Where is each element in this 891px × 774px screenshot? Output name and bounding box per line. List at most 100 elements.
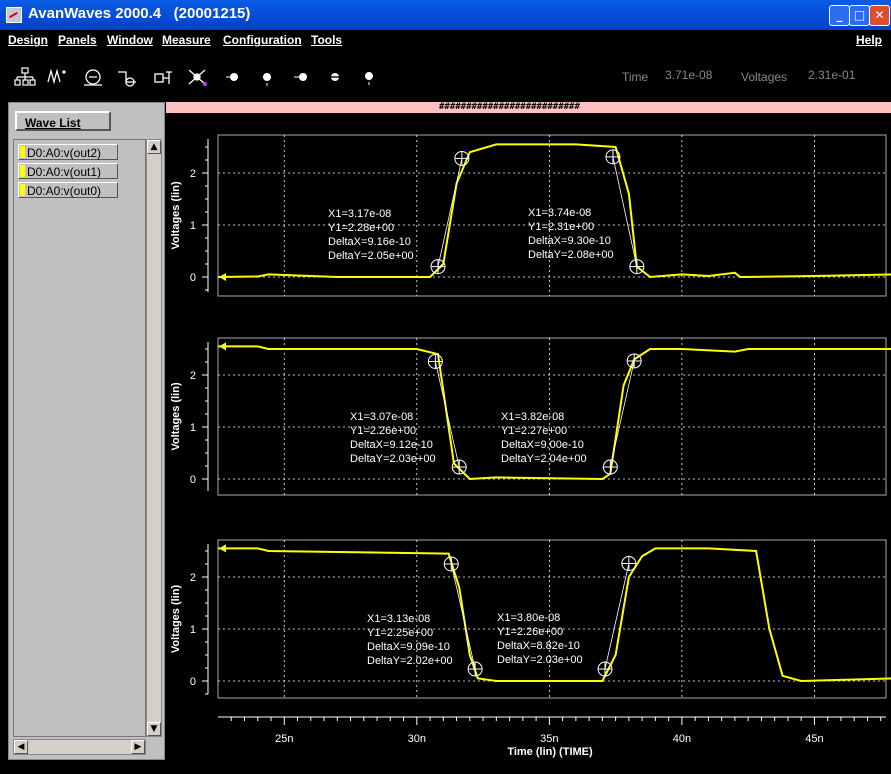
scroll-up-icon[interactable]: ▲ (147, 140, 161, 154)
measurement-annotation: X1=3.13e-08 (367, 613, 430, 625)
menu-configuration[interactable]: Configuration (223, 33, 302, 47)
time-readout-label: Time (622, 70, 649, 84)
menu-panels[interactable]: Panels (58, 33, 97, 47)
pan-left-icon[interactable] (290, 66, 312, 88)
measurement-annotation: DeltaY=2.04e+00 (501, 453, 587, 465)
plot-header-text: ########################## (439, 102, 580, 112)
wave-list-panel: Wave List D0:A0:v(out2) D0:A0:v(out1) D0… (8, 102, 165, 760)
scroll-left-icon[interactable]: ◀ (14, 740, 28, 754)
wave-list-button-label: Wave List (25, 116, 81, 130)
zoom-out-icon[interactable] (256, 66, 278, 88)
measure-line (434, 361, 460, 468)
wave-item-out0[interactable]: D0:A0:v(out0) (18, 182, 118, 198)
hierarchy-icon[interactable] (14, 66, 36, 88)
waveform-icon[interactable] (46, 66, 68, 88)
window-title: AvanWaves 2000.4 (20001215) (28, 5, 251, 22)
measure-cursor-marker (629, 259, 645, 275)
wave-item-label: D0:A0:v(out2) (27, 146, 102, 160)
menu-bar: Design Panels Window Measure Configurati… (0, 30, 891, 52)
waveform-panel: 0 1 2 Voltages (lin) X1=3.07e-08 Y1=2.26e+00 D… (170, 337, 891, 496)
y-axis-label: Voltages (lin) (170, 585, 182, 654)
x-tick-label: 30n (408, 733, 426, 745)
y-tick-label: 2 (190, 168, 196, 180)
trace-start-arrow (219, 342, 226, 351)
measurement-annotation: Y1=2.28e+00 (328, 222, 394, 234)
plot-header-bar: ########################## (166, 102, 891, 113)
menu-design[interactable]: Design (8, 33, 48, 47)
trace-swatch (20, 165, 25, 177)
measurement-annotation: Y1=2.31e+00 (528, 221, 594, 233)
x-tick-label: 40n (673, 733, 691, 745)
trace-start-arrow (219, 273, 226, 281)
minimize-button[interactable]: _ (829, 5, 850, 26)
x-tick-label: 25n (275, 733, 293, 745)
waveform-panel: 0 1 2 Voltages (lin) X1=3.17e-08 Y1=2.28e+00 D… (170, 134, 891, 297)
wave-list: D0:A0:v(out2) D0:A0:v(out1) D0:A0:v(out0… (13, 139, 146, 737)
scroll-down-icon[interactable]: ▼ (147, 722, 161, 736)
x-axis-label: Time (lin) (TIME) (507, 746, 593, 758)
measurement-annotation: DeltaY=2.03e+00 (497, 654, 583, 666)
scroll-right-icon[interactable]: ▶ (131, 740, 145, 754)
measure-line (437, 158, 463, 267)
y-tick-label: 0 (190, 474, 196, 486)
measurement-annotation: Y1=2.25e+00 (367, 627, 433, 639)
measurement-annotation: DeltaX=9.09e-10 (367, 641, 450, 653)
wave-item-label: D0:A0:v(out0) (27, 184, 102, 198)
wave-list-vertical-scrollbar[interactable]: ▲ ▼ (146, 139, 162, 737)
measurement-annotation: DeltaX=9.12e-10 (350, 439, 433, 451)
close-button[interactable]: ✕ (869, 5, 890, 26)
measurement-annotation: DeltaX=9.30e-10 (528, 235, 611, 247)
measurement-annotation: DeltaY=2.02e+00 (367, 655, 453, 667)
measure-line (604, 563, 630, 670)
voltage-readout-label: Voltages (741, 70, 788, 84)
fit-icon[interactable] (358, 66, 380, 88)
measurement-annotation: X1=3.82e-08 (501, 411, 564, 423)
wave-item-label: D0:A0:v(out1) (27, 165, 102, 179)
y-axis-label: Voltages (lin) (170, 382, 182, 451)
measurement-annotation: X1=3.07e-08 (350, 411, 413, 423)
measurement-annotation: X1=3.17e-08 (328, 208, 391, 220)
y-tick-label: 0 (190, 676, 196, 688)
waveform-plot[interactable]: 0 1 2 Voltages (lin) X1=3.17e-08 Y1=2.28e+00 D… (166, 113, 891, 774)
x-tick-label: 35n (540, 733, 558, 745)
measure-line (450, 563, 476, 670)
voltage-readout-value: 2.31e-01 (808, 68, 856, 82)
measurement-annotation: X1=3.80e-08 (497, 612, 560, 624)
menu-help[interactable]: Help (856, 33, 882, 47)
measurement-annotation: DeltaY=2.05e+00 (328, 250, 414, 262)
measurement-annotation: X1=3.74e-08 (528, 207, 591, 219)
measure-line (609, 360, 635, 468)
y-tick-label: 1 (190, 220, 196, 232)
time-readout-value: 3.71e-08 (665, 68, 713, 82)
dc-source-icon[interactable] (82, 66, 104, 88)
measure-icon[interactable] (186, 66, 208, 88)
measurement-annotation: DeltaY=2.08e+00 (528, 249, 614, 261)
probe-icon[interactable] (152, 66, 174, 88)
wave-item-out2[interactable]: D0:A0:v(out2) (18, 144, 118, 160)
wave-list-button[interactable]: Wave List (15, 111, 111, 131)
y-tick-label: 1 (190, 422, 196, 434)
x-tick-label: 45n (805, 733, 823, 745)
zoom-in-icon[interactable] (222, 66, 244, 88)
y-tick-label: 2 (190, 370, 196, 382)
measure-cursor-marker (621, 555, 637, 571)
menu-window[interactable]: Window (107, 33, 153, 47)
measurement-annotation: Y1=2.26e+00 (350, 425, 416, 437)
step-icon[interactable] (116, 66, 138, 88)
maximize-button[interactable]: □ (849, 5, 870, 26)
measurement-annotation: DeltaX=8.82e-10 (497, 640, 580, 652)
wave-list-horizontal-scrollbar[interactable]: ◀ ▶ (13, 739, 146, 755)
trace-start-arrow (219, 544, 226, 553)
y-tick-label: 1 (190, 624, 196, 636)
menu-tools[interactable]: Tools (311, 33, 342, 47)
y-tick-label: 2 (190, 572, 196, 584)
menu-measure[interactable]: Measure (162, 33, 211, 47)
wave-item-out1[interactable]: D0:A0:v(out1) (18, 163, 118, 179)
trace-swatch (20, 146, 25, 158)
measurement-annotation: Y1=2.26e+00 (497, 626, 563, 638)
pan-right-icon[interactable] (324, 66, 346, 88)
measurement-annotation: DeltaY=2.03e+00 (350, 453, 436, 465)
measurement-annotation: Y1=2.27e+00 (501, 425, 567, 437)
trace-swatch (20, 184, 25, 196)
y-axis-label: Voltages (lin) (170, 181, 182, 250)
